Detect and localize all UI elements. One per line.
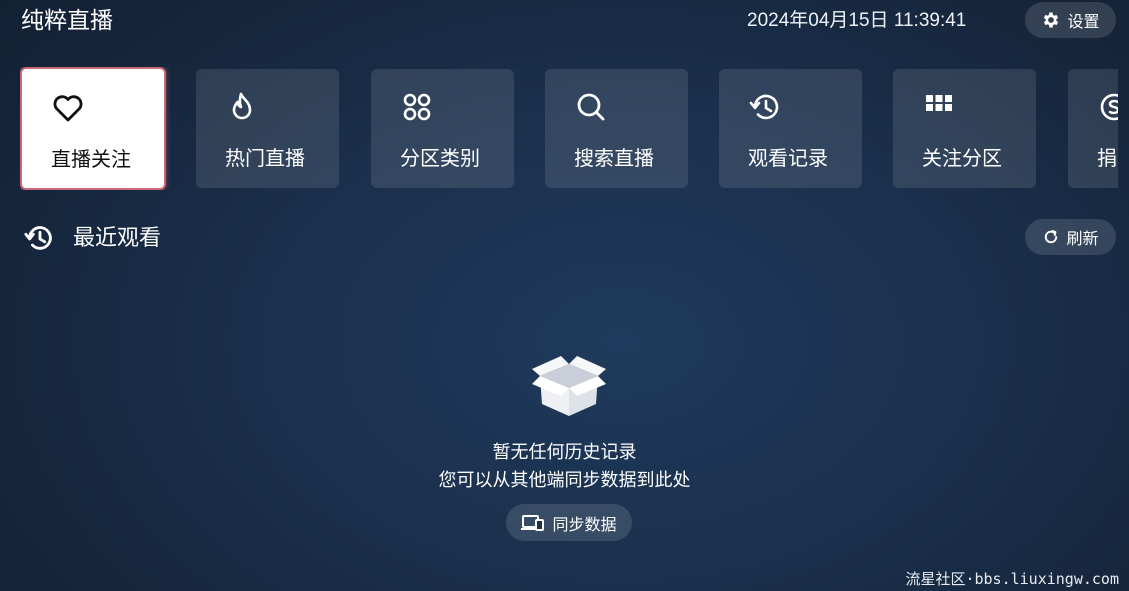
heart-icon	[53, 95, 83, 122]
donate-coin-icon	[1100, 93, 1118, 121]
nav-card-category[interactable]: 分区类别	[371, 69, 514, 188]
search-icon	[577, 93, 605, 121]
devices-icon	[521, 514, 545, 531]
nav-card-followed-categories[interactable]: 关注分区	[893, 69, 1036, 188]
datetime-display: 2024年04月15日 11:39:41	[747, 10, 967, 31]
watermark-text: 流星社区·bbs.liuxingw.com	[905, 570, 1119, 588]
nav-card-label: 直播关注	[51, 147, 131, 171]
category-grid-icon	[403, 93, 431, 121]
nav-card-follow[interactable]: 直播关注	[20, 67, 166, 190]
nav-card-search[interactable]: 搜索直播	[545, 69, 688, 188]
flame-icon	[232, 92, 252, 120]
nav-card-label: 关注分区	[922, 146, 1002, 170]
sync-data-button[interactable]: 同步数据	[506, 504, 632, 541]
nav-card-donate[interactable]: 捐	[1068, 69, 1118, 188]
nav-card-label: 热门直播	[225, 146, 305, 170]
app-title: 纯粹直播	[21, 8, 113, 34]
nav-card-label: 搜索直播	[574, 146, 654, 170]
recent-section-title: 最近观看	[73, 226, 162, 251]
nav-card-hot[interactable]: 热门直播	[196, 69, 339, 188]
nav-card-label: 分区类别	[400, 146, 480, 170]
empty-state-title: 暂无任何历史记录	[492, 442, 637, 463]
empty-box-icon	[532, 356, 606, 416]
grid-icon	[926, 95, 952, 111]
settings-label: 设置	[1067, 12, 1100, 31]
history-icon	[749, 94, 779, 120]
settings-button[interactable]: 设置	[1025, 2, 1116, 38]
sync-data-label: 同步数据	[552, 514, 617, 534]
refresh-label: 刷新	[1066, 229, 1099, 248]
gear-icon	[1044, 12, 1059, 28]
history-icon	[24, 226, 52, 250]
nav-card-row: 直播关注 热门直播 分区类别 搜索直播 观看记录 关注分区 捐	[20, 67, 1118, 190]
refresh-button[interactable]: 刷新	[1025, 219, 1116, 255]
empty-state-subtitle: 您可以从其他端同步数据到此处	[438, 470, 691, 491]
refresh-icon	[1045, 230, 1058, 244]
nav-card-history[interactable]: 观看记录	[719, 69, 862, 188]
nav-card-label: 观看记录	[748, 146, 828, 170]
nav-card-label: 捐	[1097, 146, 1117, 170]
